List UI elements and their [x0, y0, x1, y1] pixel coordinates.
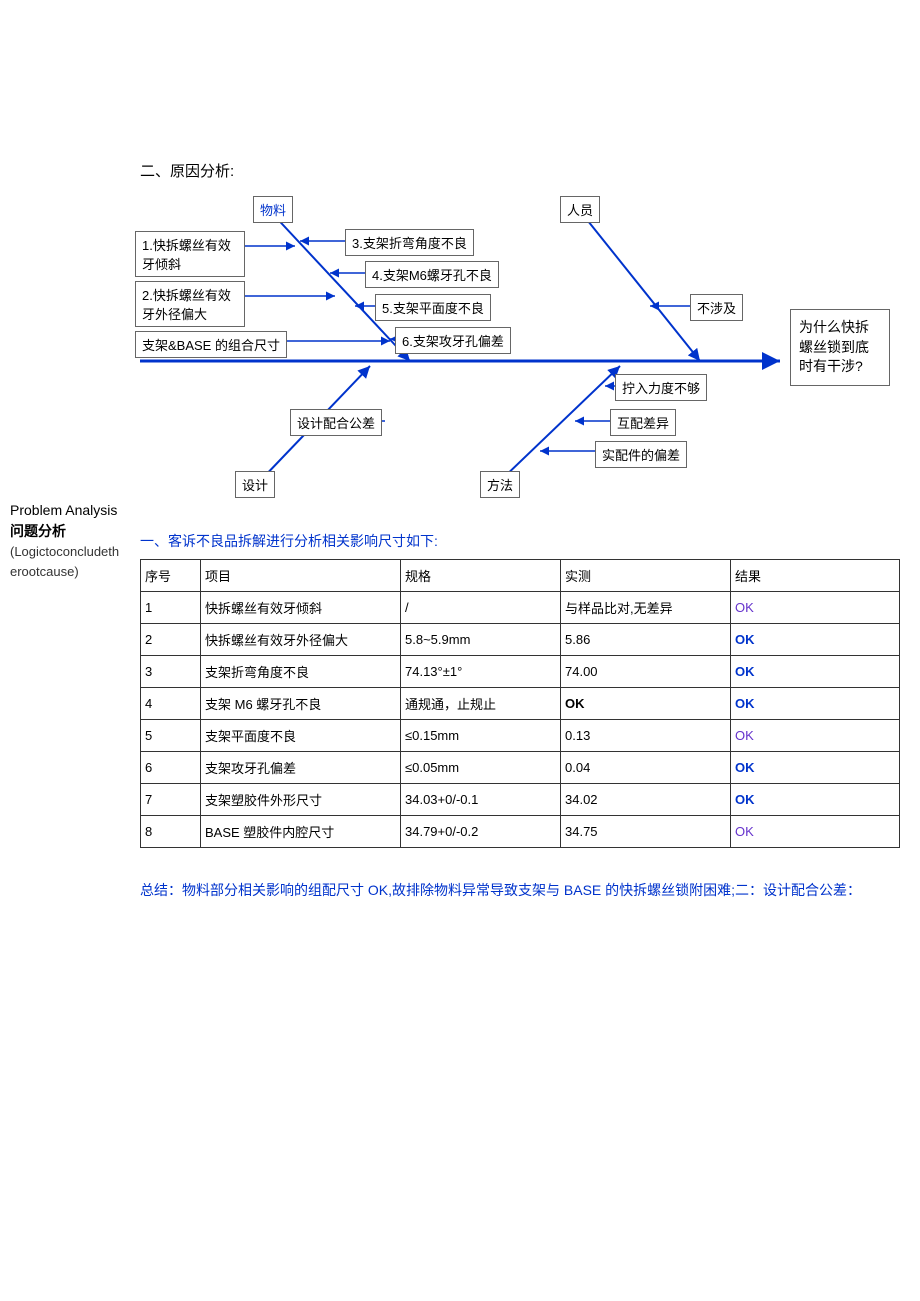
cell-measured: 与样品比对,无差异: [561, 592, 731, 624]
branch-material-1: 1.快拆螺丝有效牙倾斜: [135, 231, 245, 277]
cell-item: BASE 塑胶件内腔尺寸: [201, 816, 401, 848]
th-item: 项目: [201, 560, 401, 592]
branch-personnel-1: 不涉及: [690, 294, 743, 321]
table-row: 3支架折弯角度不良74.13°±1°74.00OK: [141, 656, 900, 688]
th-result: 结果: [731, 560, 900, 592]
cell-measured: 34.75: [561, 816, 731, 848]
cell-result: OK: [731, 656, 900, 688]
cell-spec: 34.79+0/-0.2: [401, 816, 561, 848]
cell-result: OK: [731, 624, 900, 656]
subsection1-header: 一、客诉不良品拆解进行分析相关影响尺寸如下:: [140, 531, 910, 551]
cell-measured: 5.86: [561, 624, 731, 656]
cell-seq: 3: [141, 656, 201, 688]
table-row: 8BASE 塑胶件内腔尺寸34.79+0/-0.234.75OK: [141, 816, 900, 848]
cell-seq: 6: [141, 752, 201, 784]
branch-material-6: 6.支架攻牙孔偏差: [395, 327, 511, 354]
th-spec: 规格: [401, 560, 561, 592]
table-row: 4支架 M6 螺牙孔不良通规通，止规止OKOK: [141, 688, 900, 720]
th-seq: 序号: [141, 560, 201, 592]
analysis-table: 序号 项目 规格 实测 结果 1快拆螺丝有效牙倾斜/与样品比对,无差异OK2快拆…: [140, 559, 900, 848]
cell-spec: ≤0.15mm: [401, 720, 561, 752]
page-container: Problem Analysis 问题分析 (Logictoconcludethe…: [0, 0, 920, 943]
summary-text: 总结：物料部分相关影响的组配尺寸 OK,故排除物料异常导致支架与 BASE 的快…: [140, 878, 910, 903]
cell-measured: OK: [561, 688, 731, 720]
cell-seq: 4: [141, 688, 201, 720]
cell-item: 支架攻牙孔偏差: [201, 752, 401, 784]
category-method: 方法: [480, 471, 520, 498]
cell-result: OK: [731, 592, 900, 624]
cell-item: 支架塑胶件外形尺寸: [201, 784, 401, 816]
cell-measured: 0.13: [561, 720, 731, 752]
branch-method-3: 实配件的偏差: [595, 441, 687, 468]
pa-en: Problem Analysis: [10, 502, 117, 518]
branch-material-4: 4.支架M6螺牙孔不良: [365, 261, 499, 288]
cell-item: 支架折弯角度不良: [201, 656, 401, 688]
section2-header: 二、原因分析:: [140, 160, 910, 181]
table-body: 1快拆螺丝有效牙倾斜/与样品比对,无差异OK2快拆螺丝有效牙外径偏大5.8~5.…: [141, 592, 900, 848]
category-personnel: 人员: [560, 196, 600, 223]
cell-item: 支架 M6 螺牙孔不良: [201, 688, 401, 720]
cell-seq: 5: [141, 720, 201, 752]
cell-item: 快拆螺丝有效牙倾斜: [201, 592, 401, 624]
fishbone-diagram: 物料 人员 设计 方法 1.快拆螺丝有效牙倾斜 2.快拆螺丝有效牙外径偏大 支架…: [140, 191, 890, 511]
cell-item: 支架平面度不良: [201, 720, 401, 752]
branch-material-5: 5.支架平面度不良: [375, 294, 491, 321]
table-row: 6支架攻牙孔偏差≤0.05mm0.04OK: [141, 752, 900, 784]
cell-result: OK: [731, 816, 900, 848]
sidebar: Problem Analysis 问题分析 (Logictoconcludethe…: [10, 160, 130, 903]
cell-result: OK: [731, 688, 900, 720]
cell-measured: 34.02: [561, 784, 731, 816]
table-row: 2快拆螺丝有效牙外径偏大5.8~5.9mm5.86OK: [141, 624, 900, 656]
table-row: 7支架塑胶件外形尺寸34.03+0/-0.134.02OK: [141, 784, 900, 816]
cell-spec: 5.8~5.9mm: [401, 624, 561, 656]
cell-spec: /: [401, 592, 561, 624]
table-row: 1快拆螺丝有效牙倾斜/与样品比对,无差异OK: [141, 592, 900, 624]
cell-seq: 1: [141, 592, 201, 624]
cell-result: OK: [731, 720, 900, 752]
pa-cn: 问题分析: [10, 523, 66, 539]
table-header-row: 序号 项目 规格 实测 结果: [141, 560, 900, 592]
cell-result: OK: [731, 784, 900, 816]
cell-measured: 0.04: [561, 752, 731, 784]
cell-item: 快拆螺丝有效牙外径偏大: [201, 624, 401, 656]
branch-material-7: 支架&BASE 的组合尺寸: [135, 331, 287, 358]
branch-material-3: 3.支架折弯角度不良: [345, 229, 474, 256]
branch-method-1: 拧入力度不够: [615, 374, 707, 401]
table-row: 5支架平面度不良≤0.15mm0.13OK: [141, 720, 900, 752]
cell-spec: ≤0.05mm: [401, 752, 561, 784]
cell-seq: 8: [141, 816, 201, 848]
main-content: 二、原因分析:: [130, 160, 910, 903]
th-measured: 实测: [561, 560, 731, 592]
cell-result: OK: [731, 752, 900, 784]
category-design: 设计: [235, 471, 275, 498]
category-material: 物料: [253, 196, 293, 223]
branch-method-2: 互配差异: [610, 409, 676, 436]
cell-spec: 通规通，止规止: [401, 688, 561, 720]
branch-material-2: 2.快拆螺丝有效牙外径偏大: [135, 281, 245, 327]
cell-spec: 34.03+0/-0.1: [401, 784, 561, 816]
logic-subtitle: (Logictoconcludetherootcause): [10, 542, 120, 581]
cell-measured: 74.00: [561, 656, 731, 688]
cell-seq: 7: [141, 784, 201, 816]
problem-analysis-label: Problem Analysis 问题分析: [10, 500, 120, 542]
problem-statement: 为什么快拆螺丝锁到底时有干涉?: [790, 309, 890, 386]
cell-seq: 2: [141, 624, 201, 656]
cell-spec: 74.13°±1°: [401, 656, 561, 688]
branch-design-1: 设计配合公差: [290, 409, 382, 436]
